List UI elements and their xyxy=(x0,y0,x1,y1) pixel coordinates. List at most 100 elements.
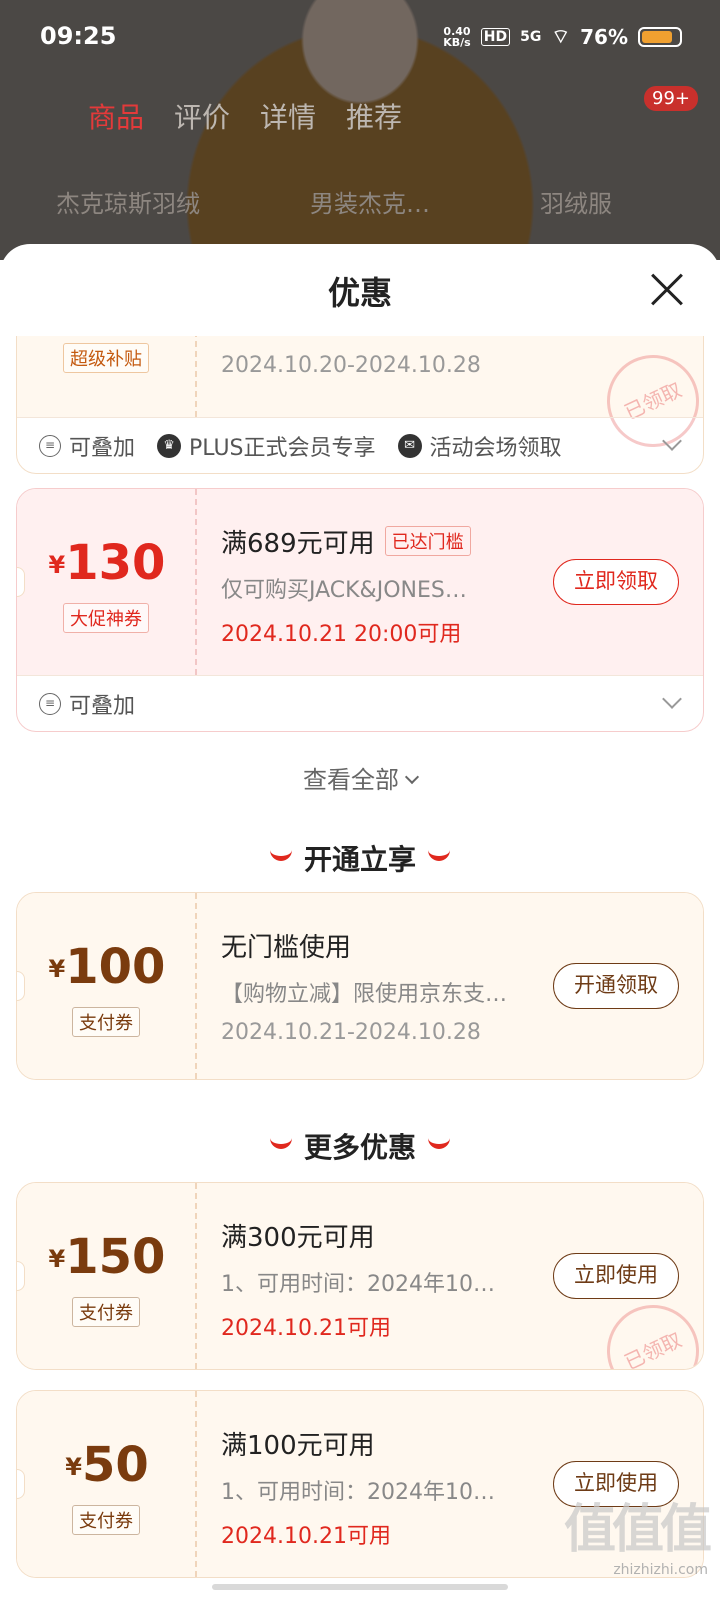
coupon-amount: ¥130 xyxy=(17,535,197,591)
coupon-tag: 支付券 xyxy=(72,1007,140,1037)
coupon-amount: ¥50 xyxy=(17,1437,197,1493)
footer-text: 可叠加 xyxy=(69,693,136,719)
chevron-down-icon xyxy=(404,769,420,785)
claim-now-button[interactable]: 立即领取 xyxy=(553,559,679,605)
hd-icon: HD xyxy=(480,27,511,46)
crown-icon: ♛ xyxy=(157,433,182,458)
coupon-body: 满100元可用 1、可用时间：2024年10… 2024.10.21可用 xyxy=(221,1425,521,1550)
coupon-title: 满300元可用 xyxy=(221,1223,375,1253)
coupon-card: ¥100 支付券 无门槛使用 【购物立减】限使用京东支… 2024.10.21-… xyxy=(16,892,704,1080)
coupon-footer[interactable]: ≡ 可叠加 xyxy=(17,675,703,731)
ticket-icon: ✉ xyxy=(397,433,422,458)
coupon-title: 无门槛使用 xyxy=(221,933,352,963)
signal-icon: 5G xyxy=(520,28,542,45)
smile-icon xyxy=(269,1137,292,1149)
coupon-card-main: ¥130 大促神券 满689元可用 已达门槛 仅可购买JACK&JONES… 20… xyxy=(17,489,703,675)
coupon-body: 满300元可用 1、可用时间：2024年10… 2024.10.21可用 xyxy=(221,1217,521,1342)
watermark-logo: 值值值 xyxy=(563,1500,712,1560)
coupon-card-main: ¥100 支付券 无门槛使用 【购物立减】限使用京东支… 2024.10.21-… xyxy=(17,893,703,1079)
section-title: 更多优惠 xyxy=(0,1126,720,1166)
coupon-card-main: 超级补贴 2024.10.20-2024.10.28 已领取 xyxy=(17,336,703,463)
coupon-desc: 1、可用时间：2024年10… xyxy=(221,1480,495,1505)
search-chip[interactable]: 男装杰克… xyxy=(310,184,430,219)
status-time: 09:25 xyxy=(40,22,117,50)
amount-value: 150 xyxy=(65,1229,166,1285)
wifi-icon: ⌔ xyxy=(551,24,571,48)
amount-value: 130 xyxy=(65,535,166,591)
coupon-amount-area: ¥50 支付券 xyxy=(17,1391,197,1577)
status-bar: 09:25 0.40 KB/s HD 5G ⌔ 76% xyxy=(0,0,720,76)
claimed-stamp: 已领取 xyxy=(591,1289,703,1369)
battery-icon xyxy=(638,26,682,47)
coupon-tag: 支付券 xyxy=(72,1505,140,1535)
coupon-amount-area: ¥150 支付券 xyxy=(17,1183,197,1369)
tab-recommend[interactable]: 推荐 xyxy=(346,96,402,136)
coupon-card-main: ¥150 支付券 满300元可用 1、可用时间：2024年10… 2024.10… xyxy=(17,1183,703,1369)
see-all-link[interactable]: 查看全部 xyxy=(0,760,720,795)
stackable-label: ≡ 可叠加 xyxy=(39,688,135,720)
venue-claim-label: ✉ 活动会场领取 xyxy=(397,430,562,462)
stackable-label: ≡ 可叠加 xyxy=(39,430,135,462)
see-all-text: 查看全部 xyxy=(303,766,399,794)
coupon-title: 满100元可用 xyxy=(221,1431,375,1461)
section-title: 开通立享 xyxy=(0,838,720,878)
stack-icon: ≡ xyxy=(39,434,61,457)
close-button[interactable] xyxy=(644,266,690,312)
coupon-title-text: 满689元可用 xyxy=(221,529,375,559)
coupon-tag: 超级补贴 xyxy=(63,343,149,373)
coupon-sheet: 优惠 超级补贴 2024.10.20-2024.10.28 已领取 ≡ 可叠加 ♛… xyxy=(0,244,720,1600)
activate-claim-button[interactable]: 开通领取 xyxy=(553,963,679,1009)
coupon-date: 2024.10.21-2024.10.28 xyxy=(221,1020,481,1045)
coupon-amount: ¥100 xyxy=(17,939,197,995)
tab-goods[interactable]: 商品 xyxy=(88,96,144,136)
plus-member-label: ♛ PLUS正式会员专享 xyxy=(157,430,376,462)
threshold-reached-badge: 已达门槛 xyxy=(384,526,471,556)
footer-text: 活动会场领取 xyxy=(429,435,562,461)
watermark: 值值值 zhizhizhi.com xyxy=(563,1487,712,1578)
product-tabs: 商品 评价 详情 推荐 xyxy=(88,96,402,136)
status-icons: 0.40 KB/s HD 5G ⌔ 76% xyxy=(443,24,682,49)
footer-text: PLUS正式会员专享 xyxy=(189,435,376,461)
coupon-list[interactable]: 超级补贴 2024.10.20-2024.10.28 已领取 ≡ 可叠加 ♛ PLU… xyxy=(0,336,720,1600)
coupon-date: 2024.10.21可用 xyxy=(221,1524,391,1549)
section-title-text: 开通立享 xyxy=(303,843,416,876)
coupon-body: 无门槛使用 【购物立减】限使用京东支… 2024.10.21-2024.10.2… xyxy=(221,927,521,1045)
battery-percent: 76% xyxy=(580,24,628,49)
amount-value: 100 xyxy=(65,939,166,995)
net-speed: 0.40 KB/s xyxy=(443,26,470,48)
watermark-url: zhizhizhi.com xyxy=(613,1562,708,1578)
coupon-amount-area: ¥100 支付券 xyxy=(17,893,197,1079)
search-bar[interactable]: 杰克琼斯羽绒 男装杰克… 羽绒服 xyxy=(56,184,612,219)
currency-symbol: ¥ xyxy=(48,1245,66,1273)
coupon-date: 2024.10.20-2024.10.28 xyxy=(221,353,481,378)
coupon-card: 超级补贴 2024.10.20-2024.10.28 已领取 ≡ 可叠加 ♛ PLU… xyxy=(16,336,704,474)
use-now-button[interactable]: 立即使用 xyxy=(553,1253,679,1299)
coupon-card: ¥150 支付券 满300元可用 1、可用时间：2024年10… 2024.10… xyxy=(16,1182,704,1370)
smile-icon xyxy=(269,849,292,861)
coupon-date: 2024.10.21 20:00可用 xyxy=(221,622,462,647)
coupon-amount-area: ¥130 大促神券 xyxy=(17,489,197,675)
smile-icon xyxy=(428,1137,450,1149)
chevron-down-icon[interactable] xyxy=(662,689,682,709)
coupon-date: 2024.10.21可用 xyxy=(221,1316,391,1341)
tab-details[interactable]: 详情 xyxy=(260,96,316,136)
net-speed-unit: KB/s xyxy=(443,35,471,49)
footer-text: 可叠加 xyxy=(69,435,136,461)
tab-reviews[interactable]: 评价 xyxy=(174,96,230,136)
coupon-body: 2024.10.20-2024.10.28 xyxy=(221,353,521,378)
search-chip[interactable]: 羽绒服 xyxy=(540,184,612,219)
search-input[interactable]: 杰克琼斯羽绒 xyxy=(56,184,200,219)
coupon-desc: 仅可购买JACK&JONES… xyxy=(221,578,467,603)
currency-symbol: ¥ xyxy=(48,955,66,983)
smile-icon xyxy=(428,849,450,861)
coupon-tag: 支付券 xyxy=(72,1297,140,1327)
coupon-card: ¥130 大促神券 满689元可用 已达门槛 仅可购买JACK&JONES… 20… xyxy=(16,488,704,732)
chevron-down-icon[interactable] xyxy=(662,431,682,451)
coupon-desc: 1、可用时间：2024年10… xyxy=(221,1272,495,1297)
section-title-text: 更多优惠 xyxy=(303,1131,416,1164)
home-indicator[interactable] xyxy=(212,1584,508,1590)
sheet-title: 优惠 xyxy=(327,274,392,312)
coupon-desc: 【购物立减】限使用京东支… xyxy=(221,982,508,1007)
amount-value: 50 xyxy=(81,1437,149,1493)
coupon-footer[interactable]: ≡ 可叠加 ♛ PLUS正式会员专享 ✉ 活动会场领取 xyxy=(17,417,703,473)
